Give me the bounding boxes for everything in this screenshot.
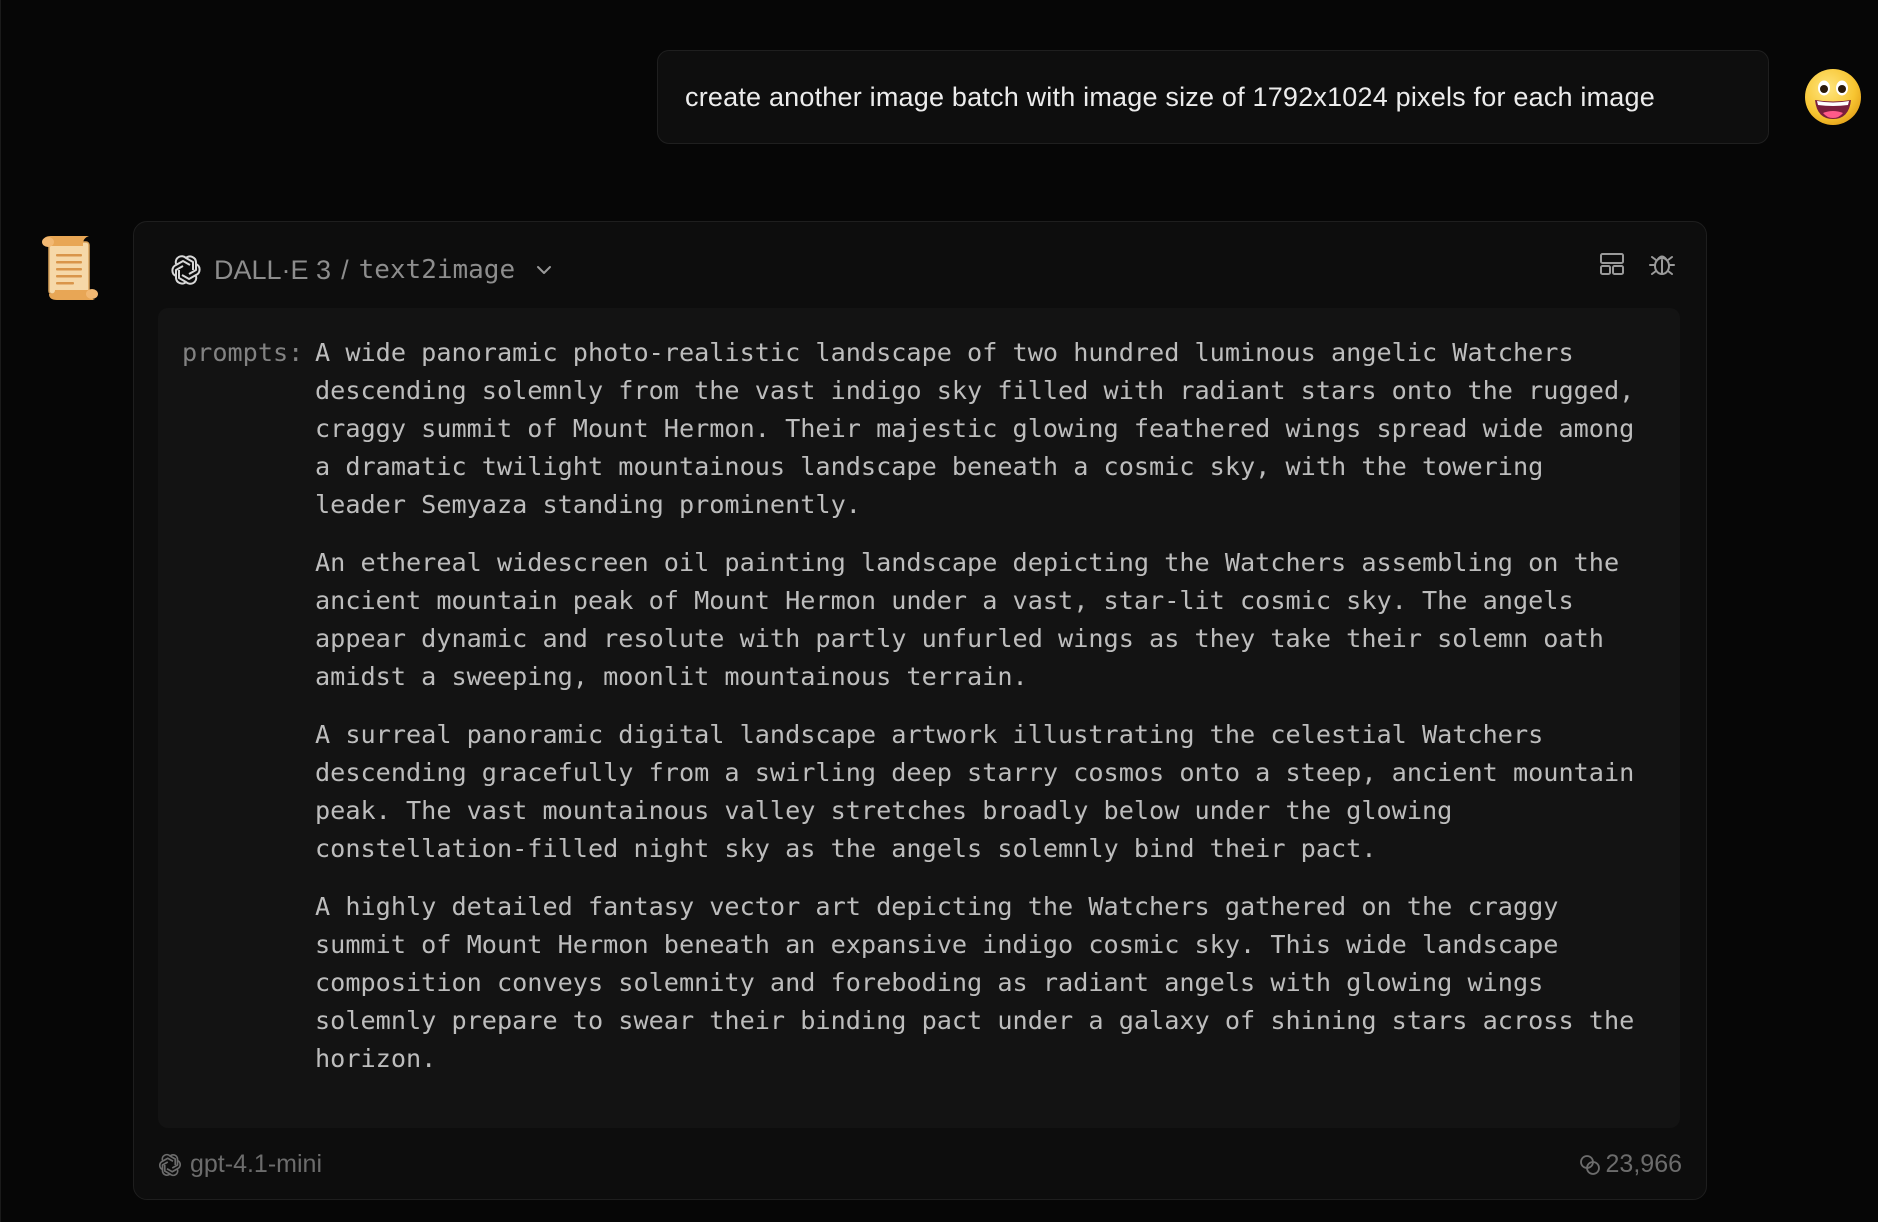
openai-logo-icon	[171, 255, 201, 285]
tool-api-name: text2image	[358, 255, 516, 285]
user-message-bubble: create another image batch with image si…	[657, 50, 1769, 144]
model-name: gpt-4.1-mini	[190, 1150, 322, 1178]
layout-icon[interactable]	[1598, 250, 1626, 278]
argument-key-prompts: prompts:	[182, 338, 304, 367]
tool-arguments-box: prompts: A wide panoramic photo-realisti…	[158, 308, 1680, 1128]
argument-values-list: A wide panoramic photo-realistic landsca…	[315, 334, 1645, 1098]
tool-header-actions	[1598, 250, 1676, 278]
user-avatar-grinning-face-icon[interactable]	[1803, 67, 1863, 127]
chat-page: create another image batch with image si…	[0, 0, 1878, 1222]
chevron-down-icon[interactable]	[533, 259, 555, 281]
token-count: 23,966	[1605, 1150, 1682, 1178]
tool-name: DALL·E 3	[214, 254, 332, 285]
openai-logo-icon	[158, 1153, 182, 1176]
model-badge: gpt-4.1-mini	[158, 1150, 322, 1179]
prompt-item: A wide panoramic photo-realistic landsca…	[315, 338, 1635, 519]
bug-icon[interactable]	[1648, 250, 1676, 278]
token-coins-icon	[1579, 1154, 1600, 1175]
user-message-text: create another image batch with image si…	[685, 81, 1655, 112]
tool-header[interactable]: DALL·E 3 / text2image	[170, 248, 555, 292]
token-usage[interactable]: 23,966	[1578, 1150, 1682, 1179]
assistant-avatar-scroll-icon[interactable]	[39, 236, 99, 300]
prompt-item: An ethereal widescreen oil painting land…	[315, 548, 1620, 691]
prompt-item: A surreal panoramic digital landscape ar…	[315, 720, 1635, 863]
tool-separator: /	[341, 254, 349, 285]
prompt-item: A highly detailed fantasy vector art dep…	[315, 892, 1635, 1073]
tool-call-card: DALL·E 3 / text2image prompts: A wide pa…	[133, 221, 1707, 1200]
